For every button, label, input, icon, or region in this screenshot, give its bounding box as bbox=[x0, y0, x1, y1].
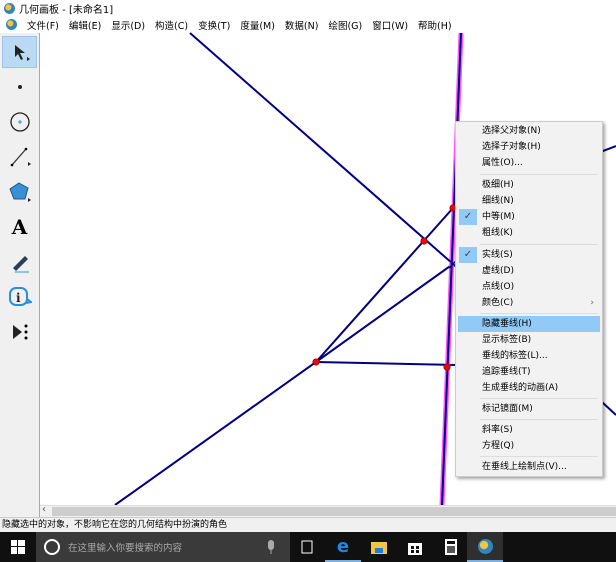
label: 追踪垂线(T) bbox=[482, 367, 531, 377]
separator bbox=[480, 456, 598, 457]
label: 选择子对象(H) bbox=[482, 142, 541, 152]
calculator-button[interactable] bbox=[433, 532, 469, 562]
menu-animate[interactable]: 生成垂线的动画(A) bbox=[458, 380, 600, 396]
menu-solid[interactable]: ✓ 实线(S) bbox=[458, 247, 600, 263]
label: 虚线(D) bbox=[482, 266, 514, 276]
point-a[interactable] bbox=[312, 358, 320, 366]
label: 颜色(C) bbox=[482, 298, 514, 308]
windows-icon bbox=[11, 540, 25, 554]
separator bbox=[480, 244, 598, 245]
label: 极细(H) bbox=[482, 180, 514, 190]
label: 生成垂线的动画(A) bbox=[482, 383, 559, 393]
check-icon: ✓ bbox=[459, 247, 477, 263]
horizontal-scrollbar[interactable]: ‹ bbox=[40, 504, 616, 517]
separator bbox=[480, 313, 598, 314]
point-b[interactable] bbox=[420, 237, 428, 245]
task-view-button[interactable] bbox=[289, 532, 325, 562]
ray-a[interactable] bbox=[114, 361, 317, 505]
menu-trace[interactable]: 追踪垂线(T) bbox=[458, 364, 600, 380]
search-placeholder: 在这里输入你要搜索的内容 bbox=[68, 543, 183, 554]
status-bar: 隐藏选中的对象，不影响它在您的几何结构中扮演的角色 bbox=[0, 517, 616, 532]
file-explorer-button[interactable] bbox=[361, 532, 397, 562]
edge-icon: e bbox=[336, 535, 350, 557]
scroll-corner bbox=[0, 505, 40, 517]
label: 显示标签(B) bbox=[482, 335, 532, 345]
point-e[interactable] bbox=[443, 363, 451, 371]
menu-line-thin[interactable]: 细线(N) bbox=[458, 193, 600, 209]
label: 细线(N) bbox=[482, 196, 514, 206]
menu-perpendicular-label[interactable]: 垂线的标签(L)... bbox=[458, 348, 600, 364]
start-button[interactable] bbox=[0, 532, 36, 562]
folder-icon bbox=[371, 542, 387, 554]
menu-dotted[interactable]: 点线(O) bbox=[458, 279, 600, 295]
separator bbox=[480, 419, 598, 420]
store-icon bbox=[408, 543, 422, 555]
label: 中等(M) bbox=[482, 212, 515, 222]
menu-hide-perpendicular[interactable]: 隐藏垂线(H) bbox=[458, 316, 600, 332]
segment-ad[interactable] bbox=[315, 263, 454, 363]
chevron-right-icon: › bbox=[590, 298, 594, 308]
menu-plot-point[interactable]: 在垂线上绘制点(V)... bbox=[458, 459, 600, 475]
context-menu: 选择父对象(N) 选择子对象(H) 属性(O)... 极细(H) 细线(N) ✓… bbox=[455, 121, 603, 477]
task-view-icon bbox=[301, 540, 313, 554]
microphone-icon[interactable] bbox=[266, 539, 276, 555]
check-icon: ✓ bbox=[459, 209, 477, 225]
label: 垂线的标签(L)... bbox=[482, 351, 548, 361]
label: 点线(O) bbox=[482, 282, 515, 292]
store-button[interactable] bbox=[397, 532, 433, 562]
edge-button[interactable]: e bbox=[325, 532, 361, 562]
menu-slope[interactable]: 斜率(S) bbox=[458, 422, 600, 438]
menu-line-thinnest[interactable]: 极细(H) bbox=[458, 177, 600, 193]
label: 方程(Q) bbox=[482, 441, 515, 451]
sketchpad-button[interactable] bbox=[467, 532, 503, 562]
label: 标记镜面(M) bbox=[482, 404, 533, 414]
menu-mark-mirror[interactable]: 标记镜面(M) bbox=[458, 401, 600, 417]
menu-line-medium[interactable]: ✓ 中等(M) bbox=[458, 209, 600, 225]
label: 属性(O)... bbox=[482, 158, 523, 168]
taskbar: 在这里输入你要搜索的内容 e bbox=[0, 532, 616, 562]
calculator-icon bbox=[445, 539, 457, 555]
scroll-left-icon[interactable]: ‹ bbox=[42, 504, 46, 515]
cortana-icon bbox=[44, 539, 60, 555]
menu-dashed[interactable]: 虚线(D) bbox=[458, 263, 600, 279]
menu-show-label[interactable]: 显示标签(B) bbox=[458, 332, 600, 348]
search-box[interactable]: 在这里输入你要搜索的内容 bbox=[36, 532, 290, 562]
separator bbox=[480, 398, 598, 399]
label: 选择父对象(N) bbox=[482, 126, 541, 136]
menu-select-child[interactable]: 选择子对象(H) bbox=[458, 139, 600, 155]
scroll-thumb[interactable] bbox=[52, 507, 616, 516]
menu-equation[interactable]: 方程(Q) bbox=[458, 438, 600, 454]
menu-line-thick[interactable]: 粗线(K) bbox=[458, 225, 600, 241]
line-through-b[interactable] bbox=[189, 32, 454, 265]
label: 实线(S) bbox=[482, 250, 513, 260]
menu-color[interactable]: 颜色(C) › bbox=[458, 295, 600, 311]
menu-properties[interactable]: 属性(O)... bbox=[458, 155, 600, 171]
label: 隐藏垂线(H) bbox=[482, 319, 532, 329]
sketchpad-icon bbox=[477, 538, 493, 554]
segment-ac[interactable] bbox=[315, 207, 454, 363]
label: 斜率(S) bbox=[482, 425, 513, 435]
label: 粗线(K) bbox=[482, 228, 513, 238]
label: 在垂线上绘制点(V)... bbox=[482, 462, 567, 472]
menu-select-parent[interactable]: 选择父对象(N) bbox=[458, 123, 600, 139]
separator bbox=[480, 174, 598, 175]
